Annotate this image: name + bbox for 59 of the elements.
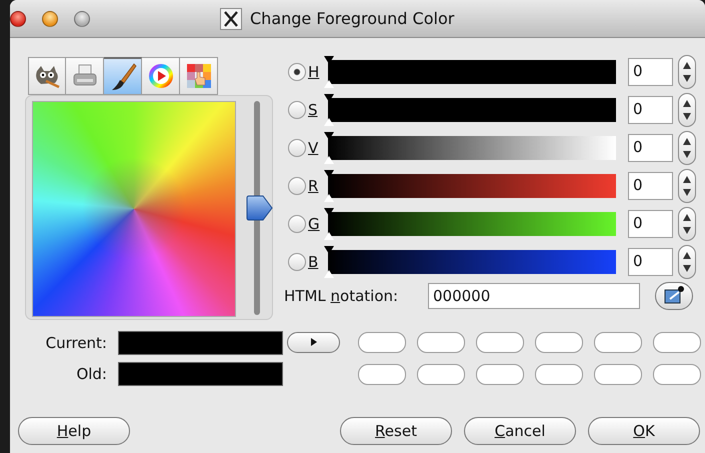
channel-label: G: [308, 215, 321, 233]
slider-thumb[interactable]: [244, 195, 273, 221]
value-field[interactable]: 0: [628, 210, 673, 238]
spinner[interactable]: [678, 131, 696, 165]
channel-label: B: [308, 253, 320, 271]
zoom-button[interactable]: [74, 10, 90, 26]
channel-label: R: [308, 177, 320, 195]
history-swatch[interactable]: [653, 364, 701, 386]
spinner[interactable]: [678, 207, 696, 241]
radio-button[interactable]: [288, 101, 306, 119]
channel-label: H: [308, 63, 320, 81]
history-swatch[interactable]: [594, 332, 642, 353]
dialog-button[interactable]: Reset: [340, 417, 452, 445]
history-swatch[interactable]: [476, 332, 524, 353]
history-swatch[interactable]: [535, 332, 583, 353]
value-field[interactable]: 0: [628, 96, 673, 124]
channel-label: S: [308, 101, 319, 119]
spinner[interactable]: [678, 245, 696, 279]
channel-label: V: [308, 139, 320, 157]
close-button[interactable]: [10, 10, 26, 26]
current-label: Current:: [44, 334, 107, 352]
value-field[interactable]: 0: [628, 134, 673, 162]
history-swatch[interactable]: [535, 364, 583, 386]
spinner[interactable]: [678, 93, 696, 127]
radio-button[interactable]: [288, 215, 306, 233]
html-notation-label: HTML notation:: [284, 287, 400, 305]
dialog-button[interactable]: Help: [18, 417, 130, 445]
value-field[interactable]: 0: [628, 58, 673, 86]
eyedropper-button[interactable]: [655, 282, 693, 310]
window-title: Change Foreground Color: [250, 9, 454, 28]
minimize-button[interactable]: [42, 10, 58, 26]
spinner[interactable]: [678, 169, 696, 203]
dialog-button[interactable]: OK: [588, 417, 700, 445]
dialog-button[interactable]: Cancel: [464, 417, 576, 445]
history-swatch[interactable]: [653, 332, 701, 353]
play-icon: [310, 338, 316, 346]
history-swatch[interactable]: [417, 364, 465, 386]
spinner[interactable]: [678, 55, 696, 89]
history-swatch[interactable]: [358, 332, 406, 353]
palette-hand-icon: [186, 63, 212, 89]
history-button[interactable]: [287, 332, 340, 353]
old-label: Old:: [75, 365, 107, 383]
value-field[interactable]: 0: [628, 248, 673, 276]
hex-field[interactable]: 000000: [428, 283, 640, 309]
color-wheel-icon: [148, 63, 174, 89]
history-swatch[interactable]: [358, 364, 406, 386]
x-icon: [220, 8, 242, 30]
history-swatch[interactable]: [594, 364, 642, 386]
tab[interactable]: [104, 57, 142, 95]
radio-button[interactable]: [288, 177, 306, 195]
tab[interactable]: [28, 57, 66, 95]
history-swatch[interactable]: [417, 332, 465, 353]
radio-button[interactable]: [288, 139, 306, 157]
hue-slider[interactable]: [244, 101, 272, 315]
radio-button[interactable]: [288, 63, 306, 81]
radio-button[interactable]: [288, 253, 306, 271]
color-field[interactable]: [32, 101, 236, 317]
value-field[interactable]: 0: [628, 172, 673, 200]
history-swatch[interactable]: [476, 364, 524, 386]
